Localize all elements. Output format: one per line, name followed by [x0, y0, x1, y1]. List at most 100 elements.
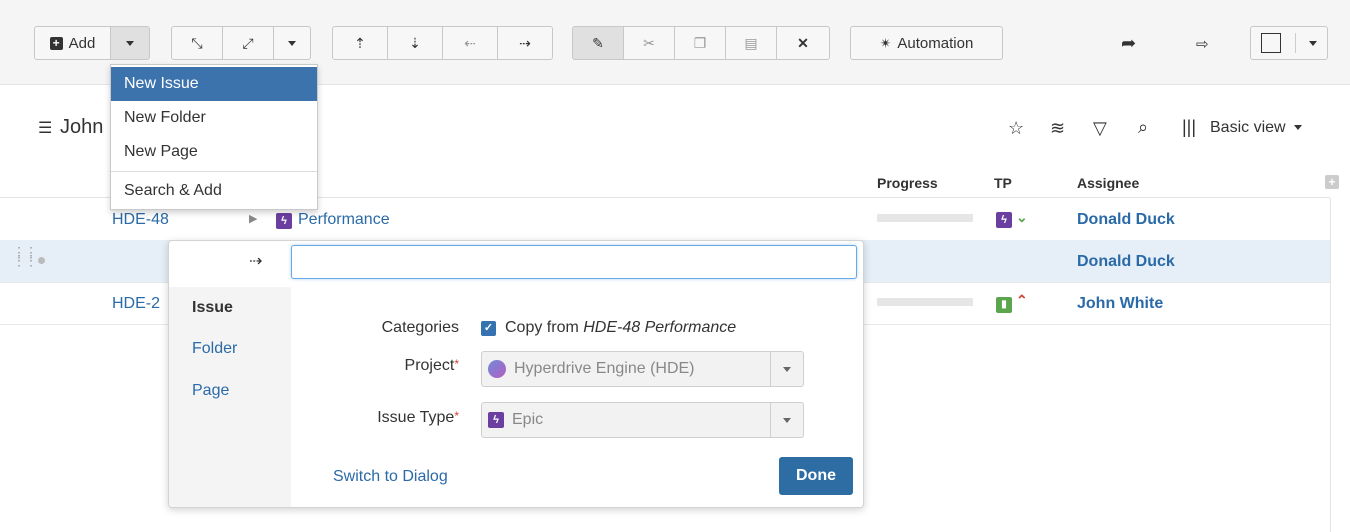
- tp-header[interactable]: TP: [994, 175, 1012, 191]
- story-icon: ▮: [996, 294, 1012, 313]
- divider: [1294, 33, 1296, 53]
- arrow-down-icon: ⇣: [409, 35, 421, 51]
- move-up-button[interactable]: ⇡: [332, 26, 388, 60]
- add-button[interactable]: + Add: [34, 26, 111, 60]
- filter-icon[interactable]: ▽: [1093, 118, 1107, 139]
- scissors-icon: ✂: [643, 35, 655, 51]
- paste-icon: ▤: [744, 35, 758, 51]
- copy-checkbox[interactable]: ✓: [481, 321, 496, 336]
- cut-button[interactable]: ✂: [623, 26, 675, 60]
- menu-divider: [111, 171, 317, 172]
- automation-button[interactable]: ✴ Automation: [850, 26, 1003, 60]
- plus-square-icon: +: [49, 36, 63, 50]
- pencil-icon: ✎: [592, 35, 604, 51]
- expand-button[interactable]: ⤡: [171, 26, 223, 60]
- sparkle-icon: ✴: [879, 35, 892, 51]
- add-dropdown-menu: New Issue New Folder New Page Search & A…: [110, 64, 318, 210]
- exit-icon[interactable]: ⇨: [1196, 35, 1209, 53]
- issue-summary[interactable]: Performance: [298, 211, 390, 229]
- columns-icon: |||: [1182, 117, 1197, 137]
- share-icon[interactable]: ➦: [1121, 33, 1136, 54]
- epic-icon: ϟ: [276, 211, 292, 229]
- collapse-icon: ⤢: [242, 35, 254, 51]
- tab-issue[interactable]: Issue: [192, 299, 233, 317]
- display-options-button[interactable]: [1250, 26, 1328, 60]
- progress-bar: [877, 214, 973, 222]
- chevron-down-icon: [1294, 125, 1303, 131]
- copy-source: HDE-48 Performance: [583, 319, 737, 336]
- dot-icon: [38, 257, 45, 264]
- issue-type-label: Issue Type*: [377, 409, 459, 426]
- delete-button[interactable]: ✕: [776, 26, 830, 60]
- chevron-down-icon: [126, 40, 134, 46]
- move-left-button[interactable]: ⇠: [442, 26, 498, 60]
- project-select[interactable]: Hyperdrive Engine (HDE): [481, 351, 804, 387]
- arrow-right-icon: ⇢: [249, 253, 263, 270]
- copy-prefix: Copy from: [505, 319, 584, 336]
- epic-icon: ϟ: [996, 210, 1012, 228]
- edit-button[interactable]: ✎: [572, 26, 624, 60]
- arrow-up-icon: ⇡: [354, 35, 366, 51]
- view-selector[interactable]: Basic view: [1210, 119, 1303, 137]
- chevron-down-icon: [288, 40, 296, 46]
- arrow-left-icon: ⇠: [464, 35, 476, 51]
- expand-options-button[interactable]: [273, 26, 311, 60]
- done-button[interactable]: Done: [779, 457, 853, 495]
- search-icon[interactable]: ⌕: [1138, 117, 1148, 138]
- scrollbar-track[interactable]: [1330, 198, 1331, 532]
- type-sidebar: Issue Folder Page: [169, 287, 291, 507]
- move-right-button[interactable]: ⇢: [497, 26, 553, 60]
- required-marker: *: [454, 409, 459, 423]
- menu-item-new-page[interactable]: New Page: [111, 135, 317, 169]
- collapse-button[interactable]: ⤢: [222, 26, 274, 60]
- project-value: Hyperdrive Engine (HDE): [514, 360, 695, 377]
- issue-key[interactable]: HDE-2: [112, 295, 160, 313]
- priority-low-icon: ⌄: [1016, 209, 1028, 225]
- expand-arrow-icon[interactable]: ▶: [249, 212, 257, 225]
- square-icon: [1261, 33, 1281, 53]
- required-marker: *: [454, 357, 459, 371]
- automation-button-label: Automation: [897, 34, 974, 52]
- issue-type-value: Epic: [512, 411, 544, 428]
- assignee[interactable]: John White: [1077, 295, 1163, 313]
- tab-page[interactable]: Page: [192, 382, 229, 400]
- priority-high-icon: ⌃: [1016, 292, 1028, 308]
- assignee-header[interactable]: Assignee: [1077, 175, 1139, 191]
- menu-item-new-folder[interactable]: New Folder: [111, 101, 317, 135]
- move-down-button[interactable]: ⇣: [387, 26, 443, 60]
- issue-key[interactable]: HDE-48: [112, 211, 169, 229]
- progress-header[interactable]: Progress: [877, 175, 938, 191]
- copy-button[interactable]: ❐: [674, 26, 726, 60]
- assignee[interactable]: Donald Duck: [1077, 211, 1175, 229]
- arrow-right-icon: ⇢: [519, 35, 531, 51]
- page-title: John: [60, 116, 104, 138]
- project-label: Project*: [404, 357, 459, 374]
- chevron-down-icon: [783, 417, 791, 423]
- drag-handle-icon[interactable]: ⋮⋮ ⋮⋮: [12, 245, 38, 267]
- switch-to-dialog-link[interactable]: Switch to Dialog: [333, 468, 448, 486]
- view-label: Basic view: [1210, 119, 1286, 136]
- assignee[interactable]: Donald Duck: [1077, 253, 1175, 271]
- expand-icon: ⤡: [191, 35, 203, 51]
- layers-icon[interactable]: ≋: [1050, 118, 1065, 139]
- chevron-down-icon: [1309, 40, 1317, 46]
- issue-type-select[interactable]: ϟ Epic: [481, 402, 804, 438]
- add-column-icon[interactable]: +: [1325, 175, 1339, 189]
- summary-input[interactable]: [291, 245, 857, 279]
- add-dropdown-button[interactable]: [110, 26, 150, 60]
- pin-icon[interactable]: ☆: [1008, 118, 1024, 139]
- project-avatar-icon: [488, 360, 506, 378]
- menu-item-new-issue[interactable]: New Issue: [111, 67, 317, 101]
- paste-button[interactable]: ▤: [725, 26, 777, 60]
- menu-item-search-add[interactable]: Search & Add: [111, 174, 317, 208]
- categories-label: Categories: [381, 319, 459, 336]
- tab-folder[interactable]: Folder: [192, 340, 237, 358]
- structure-icon: ☰: [38, 120, 53, 137]
- progress-bar: [877, 298, 973, 306]
- copy-icon: ❐: [693, 35, 707, 51]
- add-button-label: Add: [68, 34, 96, 52]
- chevron-down-icon: [783, 366, 791, 372]
- inline-create-popup: ⇢ Issue Folder Page Categories ✓ Copy fr…: [168, 240, 864, 508]
- epic-icon: ϟ: [488, 412, 504, 428]
- copy-from-label: Copy from HDE-48 Performance: [505, 319, 736, 337]
